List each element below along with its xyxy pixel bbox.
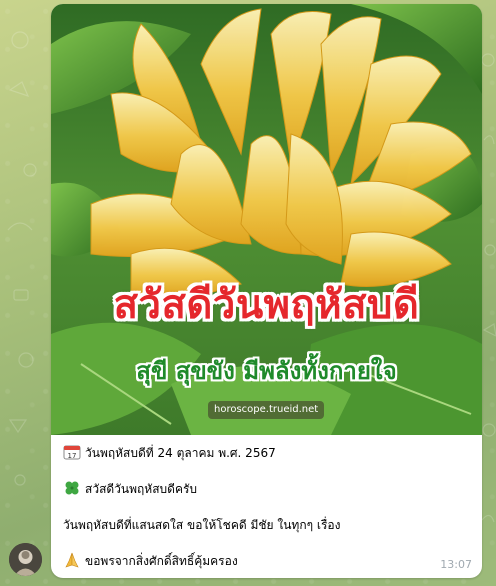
message-timestamp: 13:07 [440, 558, 472, 571]
image-watermark: horoscope.trueid.net [208, 401, 325, 419]
caption-wish-text: วันพฤหัสบดีที่แสนสดใส ขอให้โชคดี มีชัย ใ… [63, 518, 341, 532]
caption-line-date: 17 วันพฤหัสบดีที่ 24 ตุลาคม พ.ศ. 2567 [63, 444, 276, 462]
four-leaf-clover-icon [65, 481, 79, 495]
caption-date-text: วันพฤหัสบดีที่ 24 ตุลาคม พ.ศ. 2567 [85, 446, 276, 460]
caption-greeting-text: สวัสดีวันพฤหัสบดีครับ [85, 482, 198, 496]
message-bubble[interactable]: สวัสดีวันพฤหัสบดี สุขี สุขขัง มีพลังทั้ง… [51, 4, 482, 578]
svg-text:17: 17 [68, 452, 77, 460]
image-headline-text: สวัสดีวันพฤหัสบดี [113, 282, 420, 328]
caption-blessing-text: ขอพรจากสิ่งศักดิ์สิทธิ์คุ้มครอง [85, 554, 238, 568]
caption-line-blessing: ขอพรจากสิ่งศักดิ์สิทธิ์คุ้มครอง [63, 552, 238, 570]
caption-line-wish: วันพฤหัสบดีที่แสนสดใส ขอให้โชคดี มีชัย ใ… [63, 516, 340, 534]
praying-hands-icon [65, 552, 79, 568]
calendar-icon: 17 [63, 445, 81, 460]
image-subline-text: สุขี สุขขัง มีพลังทั้งกายใจ [136, 357, 397, 385]
caption-line-greeting: สวัสดีวันพฤหัสบดีครับ [63, 480, 197, 498]
user-avatar-icon [9, 543, 42, 576]
sender-avatar[interactable] [9, 543, 42, 576]
